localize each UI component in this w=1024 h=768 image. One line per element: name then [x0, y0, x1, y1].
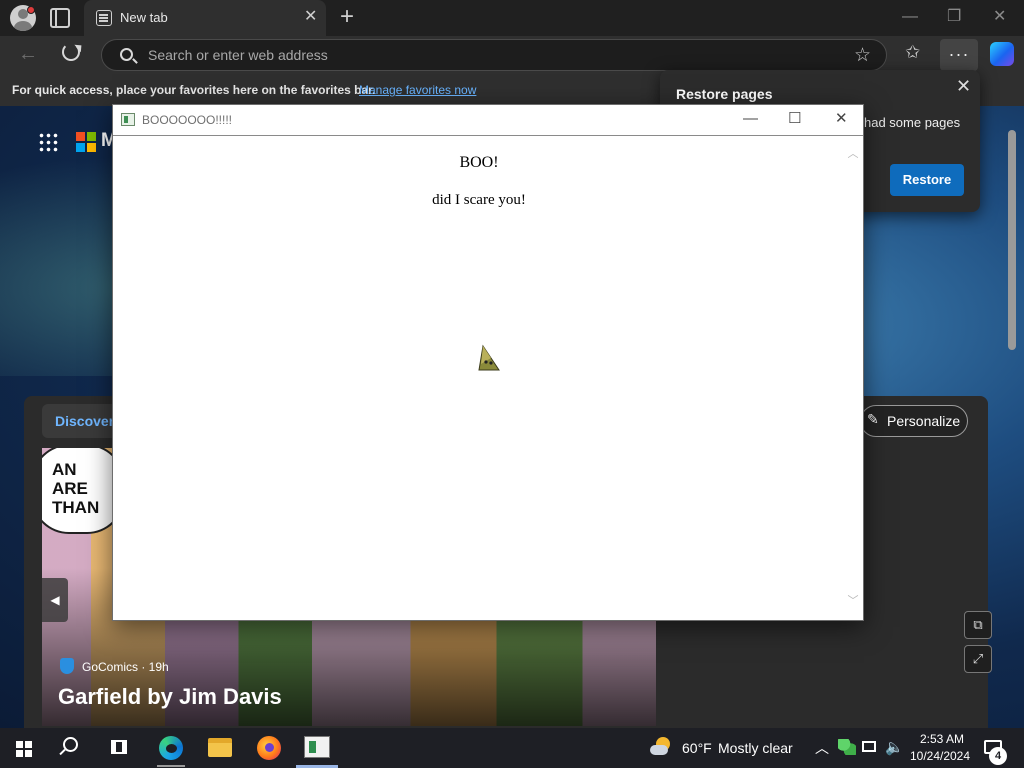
ms-logo-blue — [76, 143, 85, 152]
ghost-hat-image — [478, 344, 500, 371]
start-tile-4 — [25, 750, 32, 757]
copilot-icon[interactable] — [990, 42, 1014, 66]
start-tile-1 — [16, 741, 23, 748]
firefox-icon[interactable] — [257, 736, 281, 760]
microsoft-logo-icon — [76, 132, 96, 152]
card-source: GoComics · 19h — [82, 660, 169, 674]
boo-window-titlebar[interactable]: BOOOOOOO!!!!! — ☐ ✕ — [113, 105, 863, 136]
boo-close-button[interactable]: ✕ — [835, 109, 848, 129]
clock-time[interactable]: 2:53 AM — [912, 732, 972, 746]
window-close-button[interactable]: ✕ — [993, 6, 1006, 28]
search-icon — [120, 48, 133, 61]
taskbar-search-icon[interactable] — [63, 737, 78, 752]
tray-overflow-chevron-icon[interactable]: ︿ — [815, 738, 829, 758]
gocomics-source-icon — [60, 658, 74, 674]
boo-heading: BOO! — [459, 154, 499, 171]
new-tab-page-icon — [96, 10, 112, 26]
scroll-down-icon[interactable]: ﹀ — [847, 592, 859, 607]
manage-favorites-link[interactable]: Manage favorites now — [359, 83, 476, 97]
volume-icon[interactable]: 🔈 — [885, 738, 904, 756]
carousel-prev-button[interactable]: ◀ — [42, 578, 68, 622]
speech-bubble-text: AN ARE THAN — [52, 460, 100, 517]
tab-close-icon[interactable]: ✕ — [304, 8, 317, 26]
boo-maximize-button[interactable]: ☐ — [788, 109, 801, 129]
favorites-icon[interactable]: ✩ — [905, 42, 920, 63]
window-restore-button[interactable]: ❐ — [947, 6, 961, 28]
restore-popup-title: Restore pages — [676, 86, 773, 102]
network-icon[interactable] — [862, 741, 876, 752]
popup-app-icon[interactable] — [304, 736, 330, 758]
open-image-icon[interactable]: ⧉ — [964, 611, 992, 639]
boo-minimize-button[interactable]: — — [743, 109, 758, 129]
personalize-button[interactable]: Personalize — [860, 405, 968, 437]
address-bar[interactable]: ☆ — [101, 39, 887, 71]
tab-title: New tab — [120, 10, 168, 25]
window-app-icon — [121, 113, 135, 126]
file-explorer-icon[interactable] — [208, 738, 232, 757]
browser-tab-bar: New tab ✕ + — ❐ ✕ — [0, 0, 1024, 36]
tray-app-icon[interactable] — [838, 739, 856, 755]
page-scrollbar[interactable] — [1008, 130, 1016, 350]
restore-popup-message: had some pages — [864, 115, 961, 130]
notification-count-badge: 4 — [989, 747, 1007, 765]
weather-temperature[interactable]: 60°F — [682, 740, 712, 756]
restore-popup-close-icon[interactable]: ✕ — [956, 76, 971, 97]
task-view-icon[interactable] — [111, 740, 127, 754]
address-input[interactable] — [148, 40, 828, 70]
windows-taskbar: 60°F Mostly clear ︿ 🔈 2:53 AM 10/24/2024… — [0, 728, 1024, 768]
boo-popup-window: BOOOOOOO!!!!! — ☐ ✕ BOO! did I scare you… — [112, 104, 864, 621]
back-arrow-icon[interactable]: ← — [18, 43, 38, 66]
refresh-icon[interactable] — [62, 43, 80, 61]
window-minimize-button[interactable]: — — [902, 6, 918, 28]
ms-logo-red — [76, 132, 85, 141]
boo-window-title: BOOOOOOO!!!!! — [142, 113, 233, 127]
tab-new-tab[interactable]: New tab ✕ — [84, 0, 326, 36]
start-tile-3 — [16, 750, 23, 757]
card-title[interactable]: Garfield by Jim Davis — [58, 684, 282, 710]
ms-logo-yellow — [87, 143, 96, 152]
tab-actions-menu-icon[interactable] — [50, 8, 70, 28]
edge-browser-icon[interactable] — [159, 736, 183, 760]
weather-condition[interactable]: Mostly clear — [718, 740, 793, 756]
boo-scrollbar[interactable]: ︿ ﹀ — [843, 137, 863, 620]
add-favorite-star-icon[interactable]: ☆ — [854, 44, 871, 67]
profile-notification-dot — [27, 6, 35, 14]
start-tile-2 — [25, 741, 32, 748]
browser-toolbar: ← ☆ ✩ ··· — [0, 36, 1024, 74]
scroll-up-icon[interactable]: ︿ — [847, 145, 859, 160]
app-launcher-grid-icon[interactable] — [38, 132, 58, 152]
windows-start-icon[interactable] — [16, 741, 32, 757]
expand-icon[interactable]: ⤢ — [964, 645, 992, 673]
boo-page-content: BOO! did I scare you! — [113, 137, 843, 620]
weather-moon-cloud-icon[interactable] — [650, 737, 672, 757]
favorites-bar-hint: For quick access, place your favorites h… — [12, 83, 376, 97]
ms-logo-green — [87, 132, 96, 141]
new-tab-button[interactable]: + — [340, 4, 354, 30]
restore-button[interactable]: Restore — [890, 164, 964, 196]
clock-date[interactable]: 10/24/2024 — [905, 749, 975, 763]
settings-more-button[interactable]: ··· — [940, 39, 978, 71]
edge-running-indicator — [157, 765, 185, 767]
boo-message: did I scare you! — [432, 192, 526, 208]
